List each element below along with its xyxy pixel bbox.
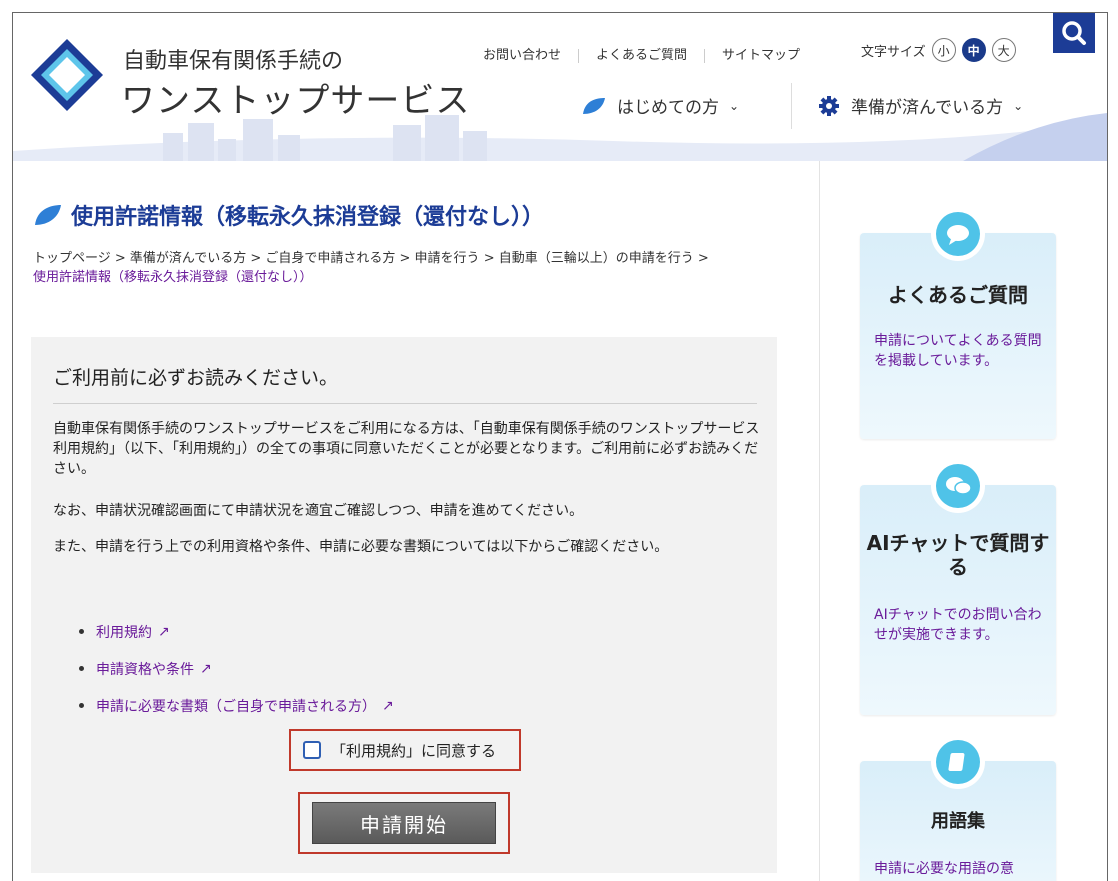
nav-divider bbox=[791, 83, 792, 129]
notice-paragraph-3: また、申請を行う上での利用資格や条件、申請に必要な書類については以下からご確認く… bbox=[53, 539, 669, 555]
start-application-button[interactable]: 申請開始 bbox=[312, 802, 496, 844]
faq-link[interactable]: よくあるご質問 bbox=[578, 49, 704, 63]
chevron-down-icon: ⌄ bbox=[729, 98, 740, 113]
ai-chat-card-title: AIチャットで質問する bbox=[866, 531, 1050, 579]
glossary-card-title: 用語集 bbox=[931, 811, 985, 832]
chat-bubbles-icon bbox=[931, 459, 985, 513]
agree-terms-checkbox-row[interactable]: 「利用規約」に同意する bbox=[289, 729, 521, 771]
site-header: 自動車保有関係手続の ワンストップサービス お問い合わせ よくあるご質問 サイト… bbox=[13, 13, 1107, 161]
eligibility-link-label: 申請資格や条件 bbox=[96, 661, 194, 678]
font-size-large-button[interactable]: 大 bbox=[991, 38, 1016, 62]
chevron-down-icon: ⌄ bbox=[1013, 98, 1024, 113]
speech-bubble-icon bbox=[931, 207, 985, 261]
glossary-card[interactable]: 用語集 申請に必要な用語の意 bbox=[860, 735, 1056, 881]
sitemap-link[interactable]: サイトマップ bbox=[704, 49, 817, 63]
leaf-icon bbox=[35, 205, 61, 225]
required-documents-link[interactable]: 申請に必要な書類（ご自身で申請される方） ↗ bbox=[79, 687, 394, 724]
nav-first-time-label: はじめての方 bbox=[617, 98, 719, 118]
notice-paragraph-1: 自動車保有関係手続のワンストップサービスをご利用になる方は、「自動車保有関係手続… bbox=[53, 421, 760, 477]
eligibility-link[interactable]: 申請資格や条件 ↗ bbox=[79, 650, 394, 687]
gear-icon bbox=[819, 95, 839, 116]
external-link-icon: ↗ bbox=[158, 623, 170, 640]
agree-terms-checkbox[interactable] bbox=[303, 741, 321, 759]
external-link-icon: ↗ bbox=[200, 660, 212, 677]
start-button-highlight: 申請開始 bbox=[298, 792, 510, 854]
font-size-selector: 文字サイズ 小 中 大 bbox=[861, 38, 1016, 62]
ai-chat-card[interactable]: AIチャットで質問する AIチャットでのお問い合わせが実施できます。 bbox=[860, 459, 1056, 715]
search-icon bbox=[1062, 21, 1086, 45]
breadcrumb: トップページ > 準備が済んでいる方 > ご自身で申請される方 > 申請を行う … bbox=[33, 249, 793, 287]
ai-chat-card-description: AIチャットでのお問い合わせが実施できます。 bbox=[874, 607, 1042, 643]
notice-heading: ご利用前に必ずお読みください。 bbox=[53, 367, 339, 389]
logo-title[interactable]: ワンストップサービス bbox=[121, 73, 470, 122]
faq-card-title: よくあるご質問 bbox=[888, 283, 1028, 307]
sidebar: よくあるご質問 申請についてよくある質問を掲載しています。 AIチャットで質問す… bbox=[819, 161, 1107, 881]
external-link-icon: ↗ bbox=[382, 697, 394, 714]
faq-card[interactable]: よくあるご質問 申請についてよくある質問を掲載しています。 bbox=[860, 207, 1056, 439]
notice-panel: ご利用前に必ずお読みください。 自動車保有関係手続のワンストップサービスをご利用… bbox=[31, 337, 777, 873]
notice-paragraph-2: なお、申請状況確認画面にて申請状況を適宜ご確認しつつ、申請を進めてください。 bbox=[53, 503, 584, 519]
nav-first-time[interactable]: はじめての方 ⌄ bbox=[581, 93, 739, 118]
nav-prepared-label: 準備が済んでいる方 bbox=[851, 98, 1004, 118]
agree-terms-label[interactable]: 「利用規約」に同意する bbox=[331, 740, 496, 761]
terms-link-label: 利用規約 bbox=[96, 624, 152, 641]
glossary-card-description: 申請に必要な用語の意 bbox=[874, 861, 1014, 877]
logo-icon[interactable] bbox=[29, 37, 105, 113]
book-icon bbox=[931, 735, 985, 789]
bullet bbox=[79, 629, 84, 634]
font-size-small-button[interactable]: 小 bbox=[931, 38, 956, 62]
divider bbox=[53, 403, 757, 404]
required-documents-link-label: 申請に必要な書類（ご自身で申請される方） bbox=[96, 698, 376, 715]
search-button[interactable] bbox=[1053, 13, 1095, 53]
bullet bbox=[79, 703, 84, 708]
browser-page: 自動車保有関係手続の ワンストップサービス お問い合わせ よくあるご質問 サイト… bbox=[12, 12, 1108, 881]
font-size-label: 文字サイズ bbox=[861, 44, 926, 60]
terms-link[interactable]: 利用規約 ↗ bbox=[79, 613, 394, 650]
breadcrumb-trail[interactable]: トップページ > 準備が済んでいる方 > ご自身で申請される方 > 申請を行う … bbox=[33, 249, 793, 268]
faq-card-description: 申請についてよくある質問を掲載しています。 bbox=[874, 333, 1042, 369]
contact-link[interactable]: お問い合わせ bbox=[483, 49, 578, 63]
page-title: 使用許諾情報（移転永久抹消登録（還付なし）） bbox=[33, 199, 544, 231]
logo-subtitle: 自動車保有関係手続の bbox=[123, 49, 344, 74]
reference-links: 利用規約 ↗ 申請資格や条件 ↗ 申請に必要な書類（ご自身で申請される方） ↗ bbox=[79, 613, 394, 724]
bullet bbox=[79, 666, 84, 671]
font-size-medium-button[interactable]: 中 bbox=[961, 38, 986, 62]
breadcrumb-current: 使用許諾情報（移転永久抹消登録（還付なし）） bbox=[33, 270, 313, 285]
main-content: 使用許諾情報（移転永久抹消登録（還付なし）） トップページ > 準備が済んでいる… bbox=[13, 161, 819, 881]
leaf-icon bbox=[583, 97, 605, 114]
nav-prepared[interactable]: 準備が済んでいる方 ⌄ bbox=[819, 93, 1023, 118]
utility-nav: お問い合わせ よくあるご質問 サイトマップ bbox=[483, 49, 817, 63]
page-title-text: 使用許諾情報（移転永久抹消登録（還付なし）） bbox=[71, 205, 545, 230]
